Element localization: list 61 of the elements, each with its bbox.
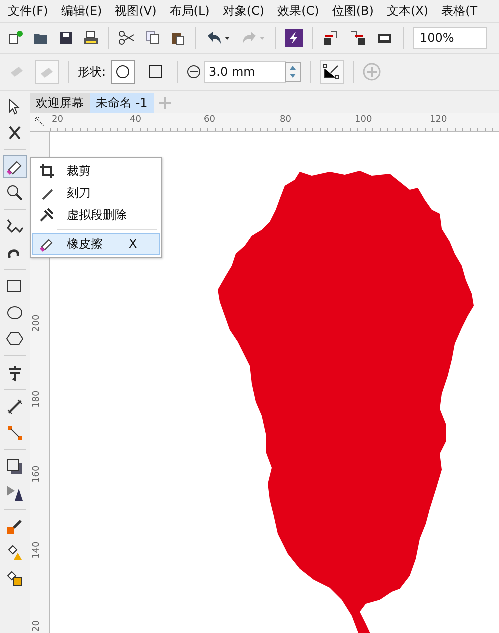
- ruler-label: 80: [280, 115, 292, 125]
- ruler-label: 60: [204, 115, 216, 125]
- zoom-icon: [6, 184, 24, 202]
- flyout-menu-item[interactable]: 刻刀: [32, 182, 160, 204]
- undo-icon[interactable]: [205, 30, 231, 46]
- circle-icon: [116, 65, 130, 79]
- ruler-label: 100: [355, 115, 372, 125]
- menu-item[interactable]: 效果(C): [278, 2, 320, 20]
- menu-item[interactable]: 视图(V): [115, 2, 157, 20]
- menu-item[interactable]: 编辑(E): [61, 2, 102, 20]
- square-icon: [149, 65, 164, 79]
- transparency-icon: [6, 484, 24, 502]
- menu-item[interactable]: 位图(B): [332, 2, 374, 20]
- text-icon: [6, 364, 24, 382]
- flyout-menu-item[interactable]: 裁剪: [32, 160, 160, 182]
- flyout-menu-item[interactable]: 橡皮擦 X: [32, 233, 160, 255]
- node-tool-icon[interactable]: [320, 60, 344, 84]
- menu-item[interactable]: 布局(L): [170, 2, 210, 20]
- menu-item[interactable]: 文本(X): [386, 2, 429, 20]
- shape-label: 形状:: [78, 64, 106, 80]
- crop-icon: [39, 163, 55, 179]
- ellipse-icon: [6, 304, 24, 322]
- ruler-origin-icon[interactable]: [34, 116, 46, 128]
- ruler-label: 200: [32, 314, 42, 332]
- shadow-icon: [6, 458, 24, 476]
- size-field[interactable]: 3.0 mm: [204, 61, 286, 83]
- rectangle-icon: [6, 278, 24, 296]
- menu-item[interactable]: 文件(F): [8, 2, 48, 20]
- copy-icon[interactable]: [145, 30, 161, 46]
- eyedropper-icon: [6, 518, 24, 536]
- save-icon[interactable]: [58, 30, 74, 46]
- ruler-label: 20: [32, 620, 42, 632]
- ruler-label: 180: [32, 390, 42, 408]
- ruler-label: 40: [130, 115, 142, 125]
- circle-shape-button[interactable]: [111, 60, 136, 84]
- ruler-label: 20: [52, 115, 64, 125]
- printer-icon[interactable]: [83, 30, 99, 46]
- menu-item[interactable]: 对象(C): [222, 2, 265, 20]
- new-document-icon[interactable]: [8, 30, 24, 46]
- document-tab[interactable]: 欢迎屏幕: [30, 93, 90, 113]
- clipboard-icon[interactable]: [170, 30, 186, 46]
- eraser-tool-button[interactable]: [3, 155, 27, 178]
- scissors-icon[interactable]: [118, 30, 136, 46]
- document-tab[interactable]: 未命名 -1: [90, 93, 154, 113]
- ruler-label: 120: [430, 115, 448, 125]
- ruler-label: 140: [32, 542, 42, 559]
- freehand-icon: [6, 218, 24, 236]
- zoom-field[interactable]: 100%: [413, 27, 487, 49]
- ruler-label: 160: [32, 466, 42, 483]
- spinner-icon[interactable]: [285, 62, 302, 82]
- dimension-icon: [6, 398, 24, 416]
- polygon-icon: [6, 330, 24, 348]
- fill-icon: [6, 544, 24, 562]
- smartfill-icon: [6, 570, 24, 588]
- connector-icon: [6, 424, 24, 442]
- app-launcher-icon[interactable]: [285, 29, 303, 47]
- flyout-menu-item[interactable]: 虚拟段删除: [32, 204, 160, 226]
- export-icon[interactable]: [349, 30, 367, 46]
- width-icon: [187, 65, 202, 79]
- import-icon[interactable]: [322, 30, 340, 46]
- menu-item[interactable]: 表格(T: [442, 2, 478, 20]
